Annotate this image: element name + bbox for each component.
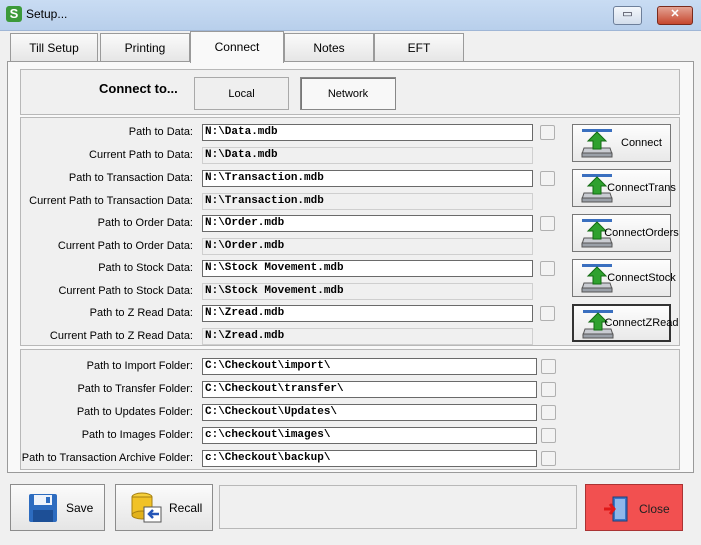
close-label: Close (639, 502, 670, 516)
save-button[interactable]: Save (10, 484, 105, 531)
title-bar[interactable] (0, 0, 701, 31)
folder-input[interactable]: c:\Checkout\backup\ (202, 450, 537, 467)
folder-input[interactable]: C:\Checkout\transfer\ (202, 381, 537, 398)
save-label: Save (66, 500, 94, 515)
connect-button-label: Connect Orders (604, 215, 679, 251)
exit-door-icon (604, 496, 628, 522)
path-input[interactable]: N:\Order.mdb (202, 215, 533, 232)
window-title: Setup... (26, 7, 68, 21)
browse-button[interactable] (540, 171, 555, 186)
current-path-label: Current Path to Stock Data: (58, 285, 193, 297)
connect-button[interactable]: Connect ZRead (572, 304, 679, 342)
status-box (219, 485, 577, 529)
folder-label: Path to Transfer Folder: (77, 383, 193, 395)
connect-drive-icon (581, 129, 613, 158)
current-path-value: N:\Stock Movement.mdb (202, 283, 533, 300)
app-icon: S (6, 6, 22, 22)
connect-button-label: Connect Stock (607, 260, 676, 296)
tab-notes[interactable]: Notes (284, 33, 374, 61)
local-button[interactable]: Local (194, 77, 289, 110)
folder-input[interactable]: C:\Checkout\Updates\ (202, 404, 537, 421)
current-path-label: Current Path to Z Read Data: (49, 330, 193, 342)
connect-label-line2: Orders (645, 227, 679, 239)
browse-button[interactable] (541, 382, 556, 397)
connect-label-line1: Connect (607, 182, 649, 194)
current-path-label: Current Path to Order Data: (57, 240, 193, 252)
connect-button[interactable]: Connect Trans (572, 169, 676, 207)
connect-to-label: Connect to... (99, 81, 178, 96)
current-path-value: N:\Transaction.mdb (202, 193, 533, 210)
browse-button[interactable] (540, 261, 555, 276)
tab-till-setup[interactable]: Till Setup (10, 33, 98, 61)
path-label: Path to Transaction Data: (68, 172, 193, 184)
path-label: Path to Z Read Data: (89, 307, 193, 319)
browse-button[interactable] (540, 306, 555, 321)
folder-label: Path to Updates Folder: (76, 406, 193, 418)
path-label: Path to Data: (128, 126, 193, 138)
connect-button-label: Connect Trans (607, 170, 676, 206)
path-input[interactable]: N:\Data.mdb (202, 124, 533, 141)
folder-input[interactable]: c:\checkout\images\ (202, 427, 537, 444)
connect-button-label: Connect ZRead (605, 306, 679, 340)
tab-eft[interactable]: EFT (374, 33, 464, 61)
path-label: Path to Stock Data: (98, 262, 193, 274)
folder-label: Path to Transaction Archive Folder: (21, 452, 193, 464)
window-close-button[interactable]: ✕ (657, 6, 693, 25)
browse-button[interactable] (540, 125, 555, 140)
connect-button[interactable]: Connect Stock (572, 259, 676, 297)
floppy-disk-icon (29, 494, 57, 522)
connect-label-line2: ZRead (645, 317, 679, 329)
browse-button[interactable] (541, 451, 556, 466)
current-path-label: Current Path to Transaction Data: (29, 195, 193, 207)
tab-printing[interactable]: Printing (100, 33, 190, 61)
browse-button[interactable] (540, 216, 555, 231)
current-path-value: N:\Order.mdb (202, 238, 533, 255)
recall-label: Recall (169, 500, 203, 515)
folder-input[interactable]: C:\Checkout\import\ (202, 358, 537, 375)
restore-button[interactable]: ▭ (613, 6, 642, 25)
connect-button[interactable]: Connect Orders (572, 214, 679, 252)
connect-label-line1: Connect (621, 137, 662, 149)
connect-button-label: Connect (615, 125, 668, 161)
browse-button[interactable] (541, 405, 556, 420)
connect-label-line2: Stock (648, 272, 676, 284)
database-recall-icon (131, 492, 162, 523)
current-path-value: N:\Zread.mdb (202, 328, 533, 345)
browse-button[interactable] (541, 428, 556, 443)
path-label: Path to Order Data: (97, 217, 193, 229)
browse-button[interactable] (541, 359, 556, 374)
connect-label-line1: Connect (604, 227, 646, 239)
connect-button[interactable]: Connect (572, 124, 671, 162)
current-path-label: Current Path to Data: (89, 149, 193, 161)
folder-label: Path to Images Folder: (81, 429, 193, 441)
connect-label-line2: Trans (648, 182, 676, 194)
current-path-value: N:\Data.mdb (202, 147, 533, 164)
path-input[interactable]: N:\Zread.mdb (202, 305, 533, 322)
recall-button[interactable]: Recall (115, 484, 213, 531)
path-input[interactable]: N:\Stock Movement.mdb (202, 260, 533, 277)
close-button[interactable]: Close (585, 484, 683, 531)
path-input[interactable]: N:\Transaction.mdb (202, 170, 533, 187)
network-button[interactable]: Network (300, 77, 396, 110)
folder-label: Path to Import Folder: (86, 360, 193, 372)
connect-label-line1: Connect (604, 317, 646, 329)
tab-connect[interactable]: Connect (190, 31, 284, 63)
connect-label-line1: Connect (607, 272, 649, 284)
